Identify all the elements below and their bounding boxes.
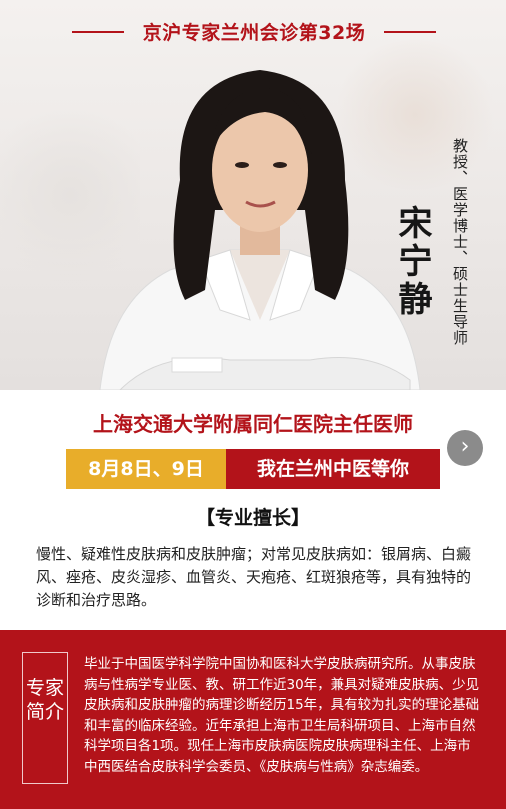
page-title: 京沪专家兰州会诊第32场 bbox=[142, 22, 366, 44]
poster: 京沪专家兰州会诊第32场 教授、医学博士、硕士生导师 宋宁静 上海交通大学附属同… bbox=[0, 0, 506, 809]
date-badge: 8月8日、9日 bbox=[66, 449, 226, 489]
title-divider-right bbox=[384, 31, 436, 33]
doctor-titles: 教授、医学博士、硕士生导师 bbox=[451, 138, 469, 346]
specialty-heading: 【专业擅长】 bbox=[195, 507, 310, 529]
doctor-name: 宋宁静 bbox=[392, 205, 432, 319]
header: 京沪专家兰州会诊第32场 bbox=[0, 16, 506, 46]
chevron-right-icon: › bbox=[460, 434, 470, 459]
location-badge: 我在兰州中医等你 bbox=[226, 449, 440, 489]
intro-label: 专家简介 bbox=[26, 677, 65, 723]
title-divider-left bbox=[72, 31, 124, 33]
next-slide-button[interactable]: › bbox=[447, 430, 483, 466]
hospital-title: 上海交通大学附属同仁医院主任医师 bbox=[93, 412, 413, 436]
doctor-photo bbox=[99, 70, 421, 390]
intro-text: 毕业于中国医学科学院中国协和医科大学皮肤病研究所。从事皮肤病与性病学专业医、教、… bbox=[84, 656, 480, 775]
specialty-text: 慢性、疑难性皮肤病和皮肤肿瘤；对常见皮肤病如：银屑病、白癜风、痤疮、皮炎湿疹、血… bbox=[36, 545, 472, 609]
